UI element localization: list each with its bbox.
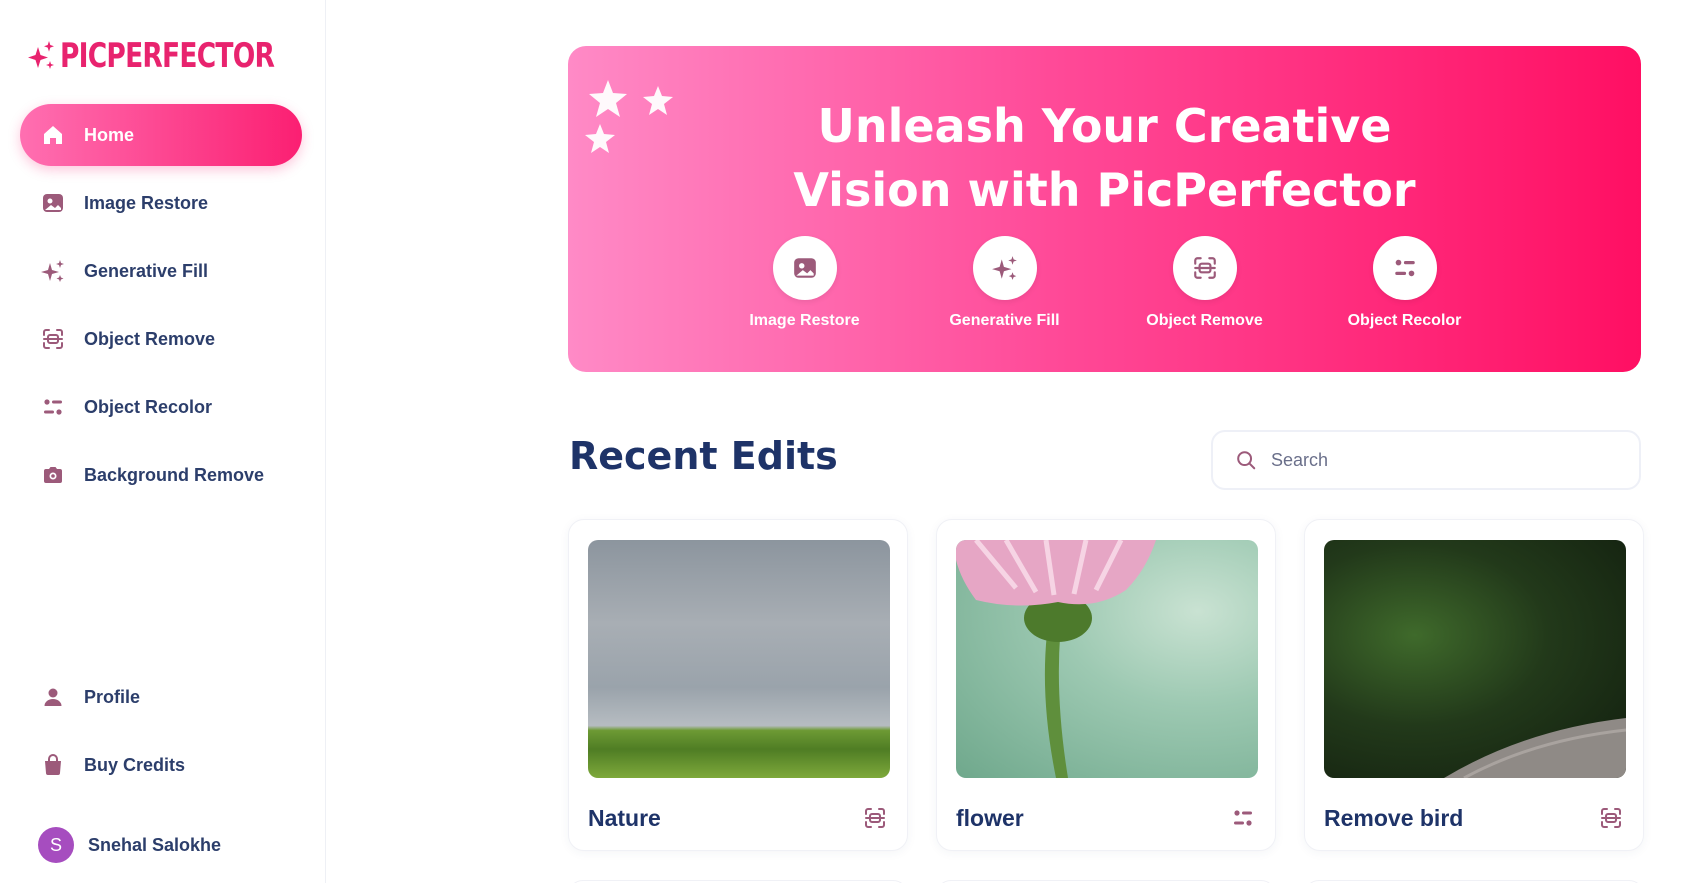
recent-edit-card[interactable]: flower <box>936 519 1276 851</box>
sidebar-item-label: Buy Credits <box>84 754 186 775</box>
logo-text: PICPERFECTOR <box>60 36 275 76</box>
user-profile[interactable]: S Snehal Salokhe <box>38 827 221 863</box>
hero-banner: Unleash Your Creative Vision with PicPer… <box>568 46 1641 372</box>
sidebar-item-home[interactable]: Home <box>20 104 302 166</box>
user-icon <box>40 684 66 710</box>
sidebar-item-generative-fill[interactable]: Generative Fill <box>20 240 302 302</box>
hero-tools: Image Restore Generative Fill Object Rem… <box>568 236 1641 330</box>
hero-tool-generative-fill[interactable]: Generative Fill <box>905 236 1105 330</box>
hero-tool-label: Image Restore <box>749 312 860 329</box>
logo[interactable]: PICPERFECTOR <box>28 36 335 76</box>
card-thumbnail <box>1324 540 1626 778</box>
hero-title: Unleash Your Creative Vision with PicPer… <box>568 94 1641 222</box>
sparkles-icon <box>972 236 1037 300</box>
sparkles-icon <box>40 258 66 284</box>
scan-icon <box>40 326 66 352</box>
hero-tool-label: Generative Fill <box>949 312 1060 329</box>
sidebar-item-object-recolor[interactable]: Object Recolor <box>20 376 302 438</box>
sparkles-logo-icon <box>28 41 54 69</box>
sidebar-item-object-remove[interactable]: Object Remove <box>20 308 302 370</box>
recolor-icon <box>1372 236 1437 300</box>
user-name: Snehal Salokhe <box>88 834 222 855</box>
hero-tool-object-remove[interactable]: Object Remove <box>1105 236 1305 330</box>
card-title: Nature <box>588 805 661 831</box>
scan-icon <box>1597 804 1625 832</box>
hero-tool-image-restore[interactable]: Image Restore <box>705 236 905 330</box>
scan-icon <box>1172 236 1237 300</box>
recolor-icon <box>40 394 66 420</box>
home-icon <box>40 122 66 148</box>
hero-tool-label: Object Recolor <box>1347 312 1462 329</box>
avatar: S <box>38 827 74 863</box>
sidebar-item-image-restore[interactable]: Image Restore <box>20 172 302 234</box>
scan-icon <box>861 804 889 832</box>
hero-tool-label: Object Remove <box>1146 312 1263 329</box>
card-thumbnail <box>956 540 1258 778</box>
sidebar: PICPERFECTOR Home Image Restore Generati… <box>0 0 326 883</box>
sidebar-item-profile[interactable]: Profile <box>20 666 302 728</box>
camera-icon <box>40 462 66 488</box>
search-icon <box>1237 451 1256 470</box>
branch-illustration <box>1444 718 1626 778</box>
search-box[interactable] <box>1211 430 1641 490</box>
flower-illustration <box>956 540 1156 778</box>
recent-edits-title: Recent Edits <box>569 434 838 478</box>
recolor-icon <box>1229 804 1257 832</box>
sidebar-item-label: Object Remove <box>84 328 216 349</box>
hero-tool-object-recolor[interactable]: Object Recolor <box>1305 236 1505 330</box>
sidebar-item-label: Background Remove <box>84 464 265 485</box>
recent-edit-card[interactable]: Nature <box>568 519 908 851</box>
hero-title-line2: Vision with PicPerfector <box>793 163 1416 217</box>
sidebar-item-buy-credits[interactable]: Buy Credits <box>20 734 302 796</box>
sidebar-item-label: Generative Fill <box>84 260 209 281</box>
bag-icon <box>40 752 66 778</box>
image-icon <box>40 190 66 216</box>
sidebar-item-label: Profile <box>84 686 141 707</box>
hero-title-line1: Unleash Your Creative <box>817 99 1392 153</box>
card-thumbnail <box>588 540 890 778</box>
image-icon <box>772 236 837 300</box>
sidebar-item-label: Image Restore <box>84 192 209 213</box>
sidebar-item-label: Home <box>84 124 135 145</box>
sidebar-item-background-remove[interactable]: Background Remove <box>20 444 302 506</box>
sidebar-item-label: Object Recolor <box>84 396 213 417</box>
recent-edit-card[interactable]: Remove bird <box>1304 519 1644 851</box>
search-input[interactable] <box>1271 449 1611 471</box>
card-title: flower <box>956 805 1024 831</box>
card-title: Remove bird <box>1324 805 1464 831</box>
